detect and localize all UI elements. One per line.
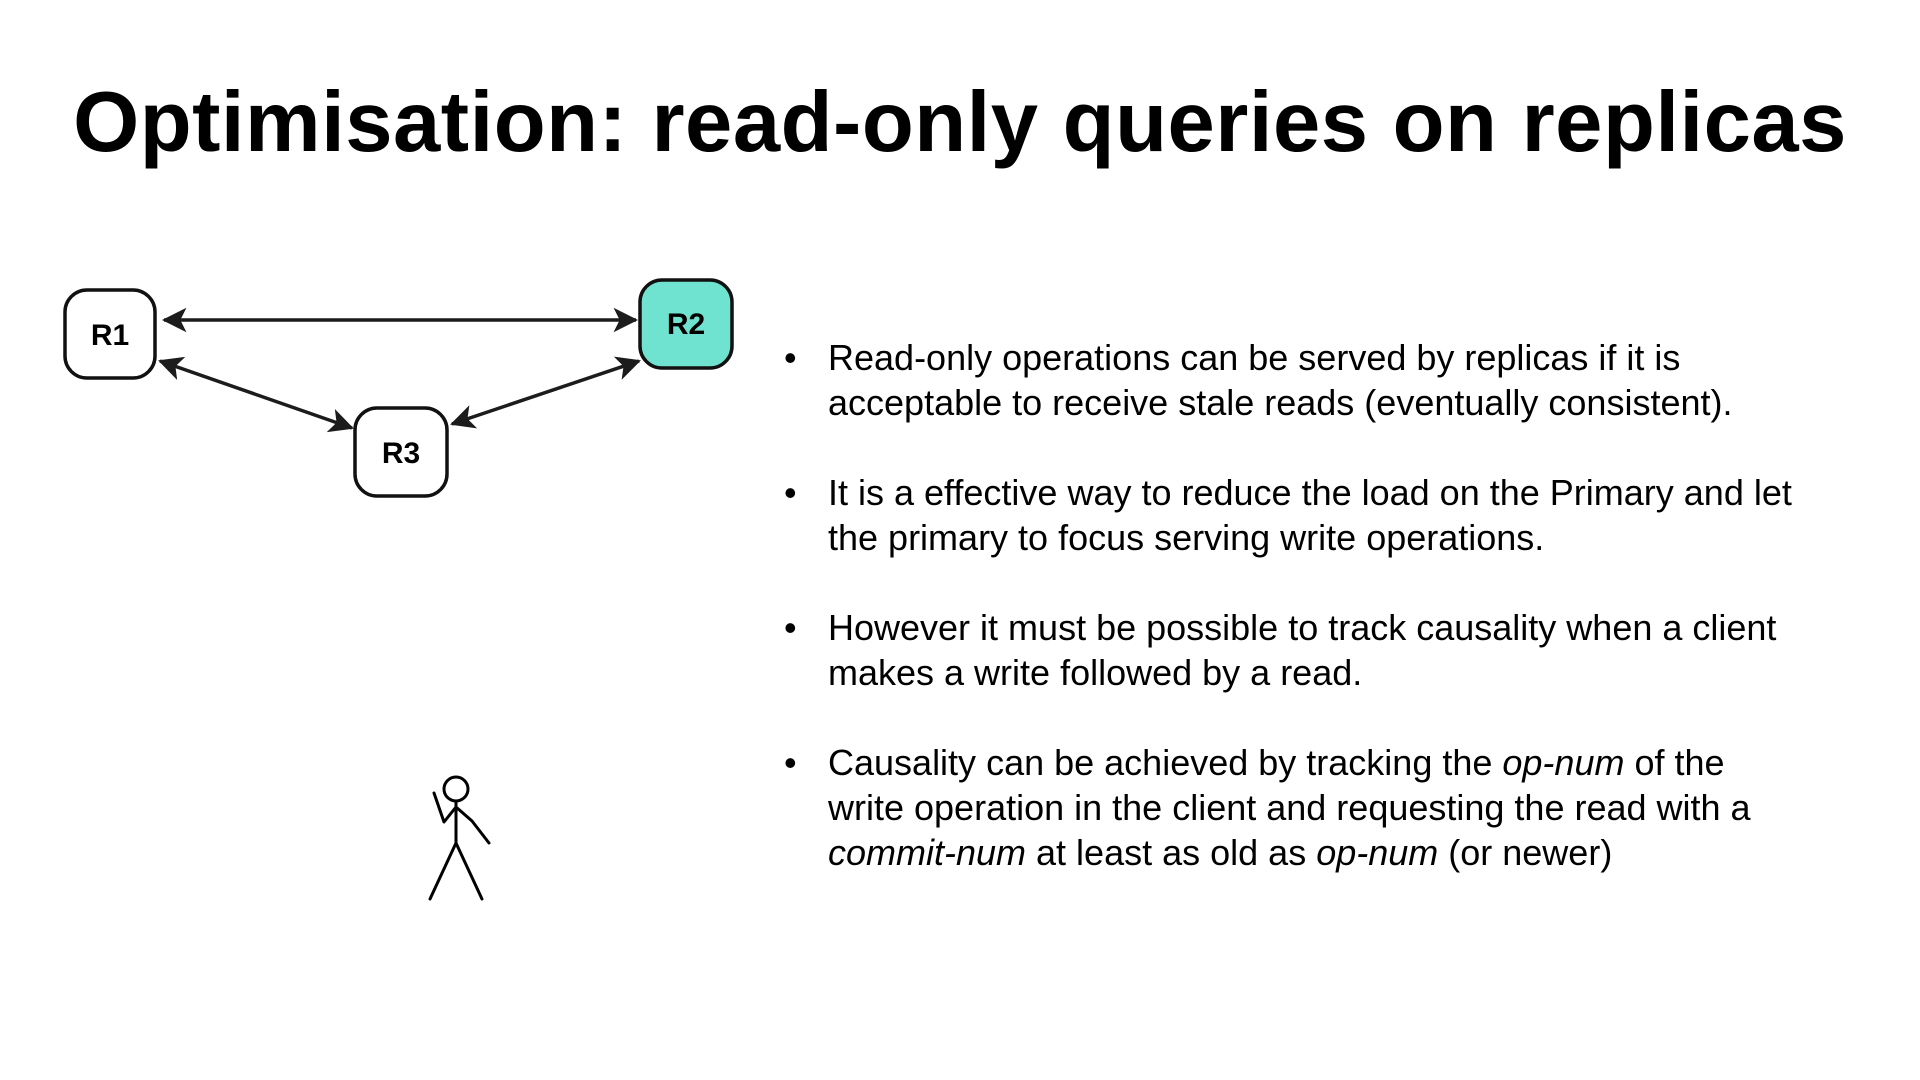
node-r1: R1 xyxy=(63,288,157,380)
node-r2-label: R2 xyxy=(667,308,705,341)
edge-r3-r2 xyxy=(450,356,641,429)
bullet-track-causality: • However it must be possible to track c… xyxy=(784,607,1777,693)
bullet-reduce-load-line2: the primary to focus serving write opera… xyxy=(828,517,1545,558)
node-r3-label: R3 xyxy=(382,437,420,470)
node-r3: R3 xyxy=(353,406,449,498)
node-r1-label: R1 xyxy=(91,319,129,352)
bullet-op-num: • Causality can be achieved by tracking … xyxy=(784,742,1751,873)
bullet-track-causality-line1: However it must be possible to track cau… xyxy=(828,607,1777,648)
node-r2: R2 xyxy=(638,278,734,370)
bullet-op-num-text1: Causality can be achieved by tracking th… xyxy=(828,742,1503,783)
bullet-op-num-text2: of the xyxy=(1624,742,1725,783)
bullet-op-num-text3: at least as old as xyxy=(1026,832,1317,873)
bullet-stale-reads-line2: acceptable to receive stale reads (event… xyxy=(828,382,1733,423)
edge-r1-r3 xyxy=(158,356,354,433)
bullet-stale-reads: • Read-only operations can be served by … xyxy=(784,337,1733,423)
stick-figure-icon xyxy=(428,775,491,901)
bullet-op-num-line2: write operation in the client and reques… xyxy=(828,787,1751,828)
bullet-reduce-load: • It is a effective way to reduce the lo… xyxy=(784,472,1792,558)
bullet-op-num-text4: (or newer) xyxy=(1438,832,1613,873)
bullet-commit-num-term: commit-num xyxy=(828,832,1027,873)
bullet-reduce-load-line1: It is a effective way to reduce the load… xyxy=(828,472,1792,513)
bullet-stale-reads-line1: Read-only operations can be served by re… xyxy=(828,337,1681,378)
bullet-op-num-term-2: op-num xyxy=(1316,832,1439,873)
bullet-list: • Read-only operations can be served by … xyxy=(780,335,1890,920)
bullet-op-num-term: op-num xyxy=(1502,742,1625,783)
bullet-track-causality-line2: makes a write followed by a read. xyxy=(828,652,1363,693)
